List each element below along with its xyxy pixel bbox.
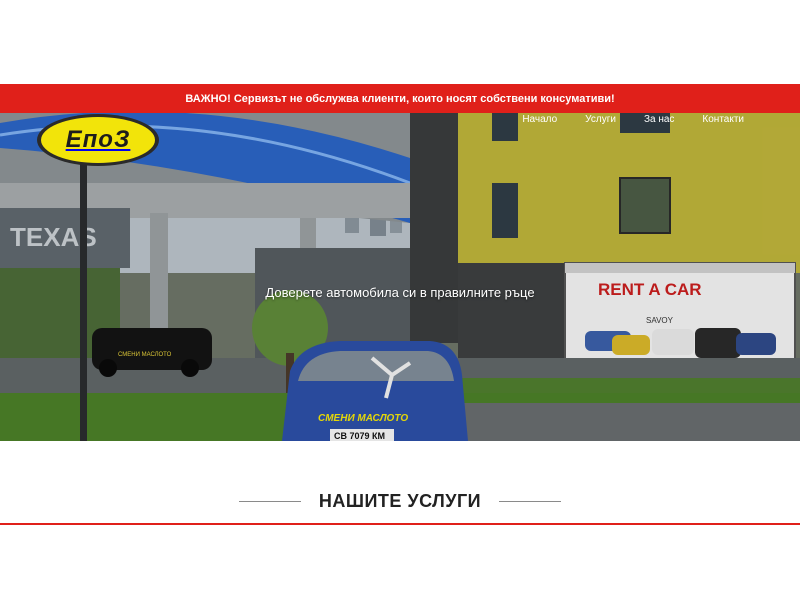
nav-item-home[interactable]: Начало	[522, 113, 557, 129]
nav-item-about[interactable]: За нас	[644, 113, 674, 129]
hero-banner: TEXAS RENT A CAR SAVOY СМЕНИ МАСЛОТО СМЕ…	[0, 113, 800, 441]
services-title: НАШИТЕ УСЛУГИ	[318, 490, 482, 511]
logo-text: ЕпоЗ	[65, 126, 131, 153]
heading-divider-left	[238, 500, 301, 502]
site-logo[interactable]: ЕпоЗ	[36, 113, 160, 167]
services-heading: НАШИТЕ УСЛУГИ	[0, 488, 800, 514]
heading-divider-right	[499, 500, 562, 502]
announcement-text: ВАЖНО! Сервизът не обслужва клиенти, кои…	[185, 92, 615, 105]
main-navigation: Начало Услуги За нас Контакти	[494, 113, 744, 129]
nav-item-services[interactable]: Услуги	[585, 113, 616, 129]
hero-tagline: Доверете автомобила си в правилните ръце	[265, 285, 535, 300]
announcement-bar: ВАЖНО! Сервизът не обслужва клиенти, кои…	[0, 84, 800, 113]
nav-item-contacts[interactable]: Контакти	[702, 113, 744, 129]
section-divider	[0, 523, 800, 525]
